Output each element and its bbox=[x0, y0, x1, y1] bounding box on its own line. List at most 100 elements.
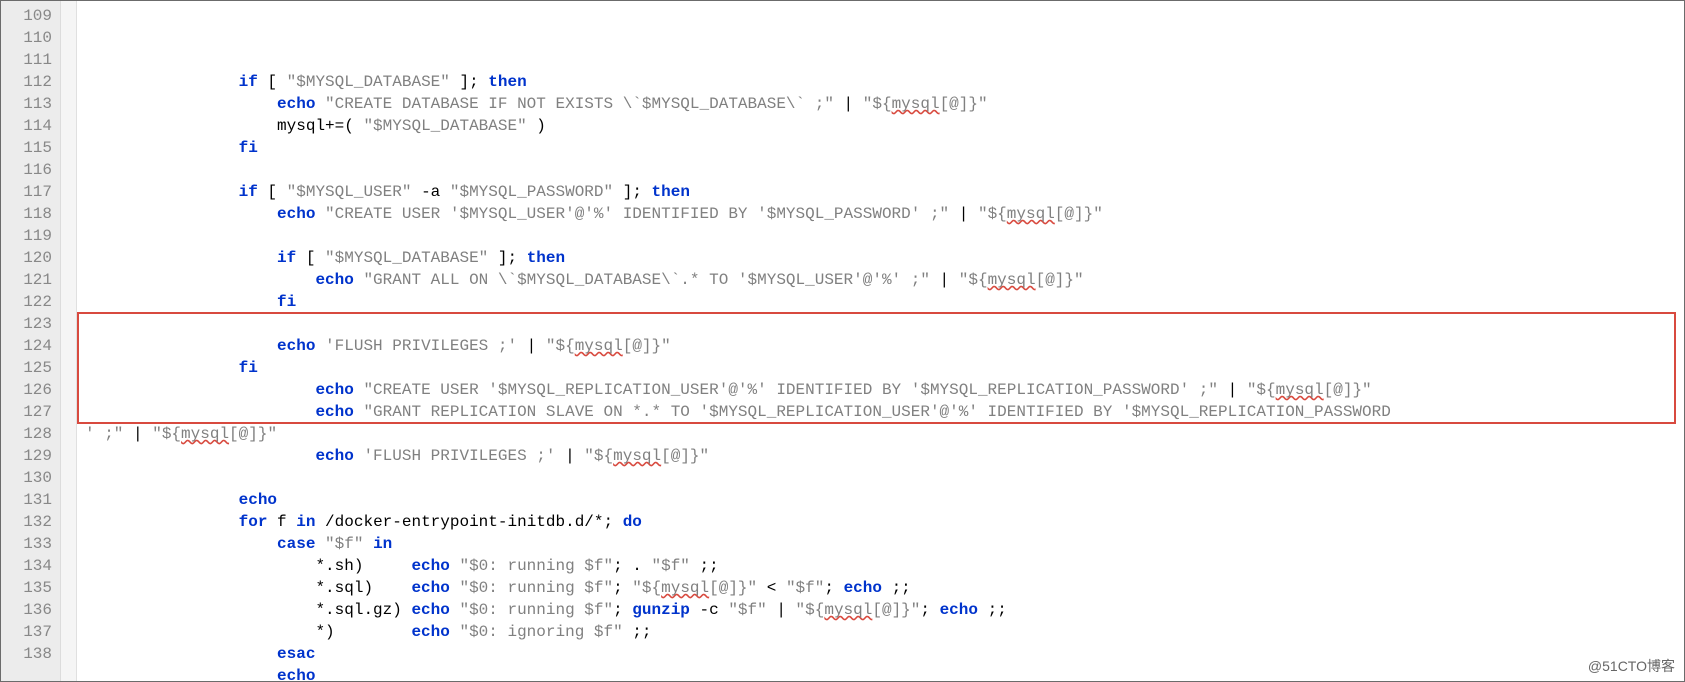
code-line[interactable]: echo "CREATE USER '$MYSQL_USER'@'%' IDEN… bbox=[85, 203, 1684, 225]
code-token: "${ bbox=[796, 601, 825, 619]
code-token: echo bbox=[277, 205, 315, 223]
line-number: 125 bbox=[1, 357, 52, 379]
line-number: 117 bbox=[1, 181, 52, 203]
code-line[interactable]: echo 'FLUSH PRIVILEGES ;' | "${mysql[@]}… bbox=[85, 335, 1684, 357]
code-token: [@]}" bbox=[1036, 271, 1084, 289]
code-token: "CREATE DATABASE IF NOT EXISTS \`$MYSQL_… bbox=[325, 95, 834, 113]
code-line[interactable]: for f in /docker-entrypoint-initdb.d/*; … bbox=[85, 511, 1684, 533]
code-token: echo bbox=[315, 381, 353, 399]
code-token: *) bbox=[85, 623, 411, 641]
code-token: "$f" bbox=[652, 557, 690, 575]
line-number: 116 bbox=[1, 159, 52, 181]
line-number: 132 bbox=[1, 511, 52, 533]
code-token: mysql bbox=[181, 425, 229, 443]
code-line[interactable]: echo bbox=[85, 665, 1684, 681]
code-line[interactable] bbox=[85, 313, 1684, 335]
code-line[interactable]: if [ "$MYSQL_USER" -a "$MYSQL_PASSWORD" … bbox=[85, 181, 1684, 203]
code-token bbox=[363, 535, 373, 553]
code-token bbox=[85, 513, 239, 531]
code-token: "${ bbox=[546, 337, 575, 355]
code-token: ; bbox=[824, 579, 843, 597]
code-token: mysql bbox=[988, 271, 1036, 289]
code-token: "$MYSQL_DATABASE" bbox=[363, 117, 526, 135]
code-token: ; bbox=[920, 601, 939, 619]
code-token: echo bbox=[411, 557, 449, 575]
code-line[interactable]: case "$f" in bbox=[85, 533, 1684, 555]
code-token: mysql bbox=[575, 337, 623, 355]
code-line[interactable]: fi bbox=[85, 137, 1684, 159]
code-token: ;; bbox=[882, 579, 911, 597]
code-token bbox=[354, 381, 364, 399]
code-line[interactable]: esac bbox=[85, 643, 1684, 665]
code-line[interactable]: if [ "$MYSQL_DATABASE" ]; then bbox=[85, 247, 1684, 269]
code-line[interactable]: ' ;" | "${mysql[@]}" bbox=[85, 423, 1684, 445]
code-token: ; bbox=[613, 579, 632, 597]
code-line[interactable]: echo "CREATE USER '$MYSQL_REPLICATION_US… bbox=[85, 379, 1684, 401]
code-line[interactable]: if [ "$MYSQL_DATABASE" ]; then bbox=[85, 71, 1684, 93]
code-token: "${ bbox=[1247, 381, 1276, 399]
code-token: "GRANT REPLICATION SLAVE ON *.* TO '$MYS… bbox=[363, 403, 1390, 421]
code-line[interactable]: echo "GRANT REPLICATION SLAVE ON *.* TO … bbox=[85, 401, 1684, 423]
code-editor[interactable]: 1091101111121131141151161171181191201211… bbox=[0, 0, 1685, 682]
code-token: [ bbox=[258, 73, 287, 91]
line-number: 120 bbox=[1, 247, 52, 269]
code-line[interactable]: fi bbox=[85, 291, 1684, 313]
code-token bbox=[85, 293, 277, 311]
code-token bbox=[85, 95, 277, 113]
code-token: | bbox=[767, 601, 796, 619]
code-token bbox=[85, 381, 315, 399]
code-line[interactable]: echo 'FLUSH PRIVILEGES ;' | "${mysql[@]}… bbox=[85, 445, 1684, 467]
code-area[interactable]: if [ "$MYSQL_DATABASE" ]; then echo "CRE… bbox=[77, 1, 1684, 681]
line-number: 131 bbox=[1, 489, 52, 511]
code-line[interactable] bbox=[85, 467, 1684, 489]
code-token: mysql bbox=[613, 447, 661, 465]
code-token: "${ bbox=[584, 447, 613, 465]
code-token: ) bbox=[527, 117, 546, 135]
code-token bbox=[315, 535, 325, 553]
code-token: [@]}" bbox=[623, 337, 671, 355]
code-line[interactable]: echo "CREATE DATABASE IF NOT EXISTS \`$M… bbox=[85, 93, 1684, 115]
code-token bbox=[85, 535, 277, 553]
code-line[interactable]: echo bbox=[85, 489, 1684, 511]
code-line[interactable]: *.sql) echo "$0: running $f"; "${mysql[@… bbox=[85, 577, 1684, 599]
code-token: [ bbox=[296, 249, 325, 267]
code-token: mysql bbox=[1276, 381, 1324, 399]
line-number: 133 bbox=[1, 533, 52, 555]
code-token: if bbox=[239, 183, 258, 201]
code-line[interactable] bbox=[85, 225, 1684, 247]
code-line[interactable]: mysql+=( "$MYSQL_DATABASE" ) bbox=[85, 115, 1684, 137]
code-line[interactable]: echo "GRANT ALL ON \`$MYSQL_DATABASE\`.*… bbox=[85, 269, 1684, 291]
code-token: "${ bbox=[959, 271, 988, 289]
code-line[interactable]: *.sh) echo "$0: running $f"; . "$f" ;; bbox=[85, 555, 1684, 577]
code-token: | bbox=[555, 447, 584, 465]
code-token: "$0: running $f" bbox=[459, 557, 613, 575]
code-token: ]; bbox=[488, 249, 526, 267]
code-token bbox=[85, 403, 315, 421]
code-token: "$0: running $f" bbox=[459, 601, 613, 619]
code-token: < bbox=[757, 579, 786, 597]
line-number: 122 bbox=[1, 291, 52, 313]
code-line[interactable]: *) echo "$0: ignoring $f" ;; bbox=[85, 621, 1684, 643]
code-token: ; bbox=[613, 601, 632, 619]
code-token: [@]}" bbox=[229, 425, 277, 443]
code-token: /docker-entrypoint-initdb.d/*; bbox=[315, 513, 622, 531]
code-token: [@]}" bbox=[940, 95, 988, 113]
code-line[interactable]: *.sql.gz) echo "$0: running $f"; gunzip … bbox=[85, 599, 1684, 621]
code-token: | bbox=[930, 271, 959, 289]
code-token: echo bbox=[844, 579, 882, 597]
code-token: do bbox=[623, 513, 642, 531]
code-token: mysql bbox=[1007, 205, 1055, 223]
line-number: 111 bbox=[1, 49, 52, 71]
code-token: *.sql) bbox=[85, 579, 411, 597]
code-token: | bbox=[834, 95, 863, 113]
code-token: for bbox=[239, 513, 268, 531]
code-token: [@]}" bbox=[709, 579, 757, 597]
line-number: 123 bbox=[1, 313, 52, 335]
code-token: 'FLUSH PRIVILEGES ;' bbox=[363, 447, 555, 465]
code-line[interactable] bbox=[85, 159, 1684, 181]
code-line[interactable]: fi bbox=[85, 357, 1684, 379]
code-token bbox=[85, 337, 277, 355]
code-token: "$0: running $f" bbox=[459, 579, 613, 597]
code-token: 'FLUSH PRIVILEGES ;' bbox=[325, 337, 517, 355]
line-number: 110 bbox=[1, 27, 52, 49]
